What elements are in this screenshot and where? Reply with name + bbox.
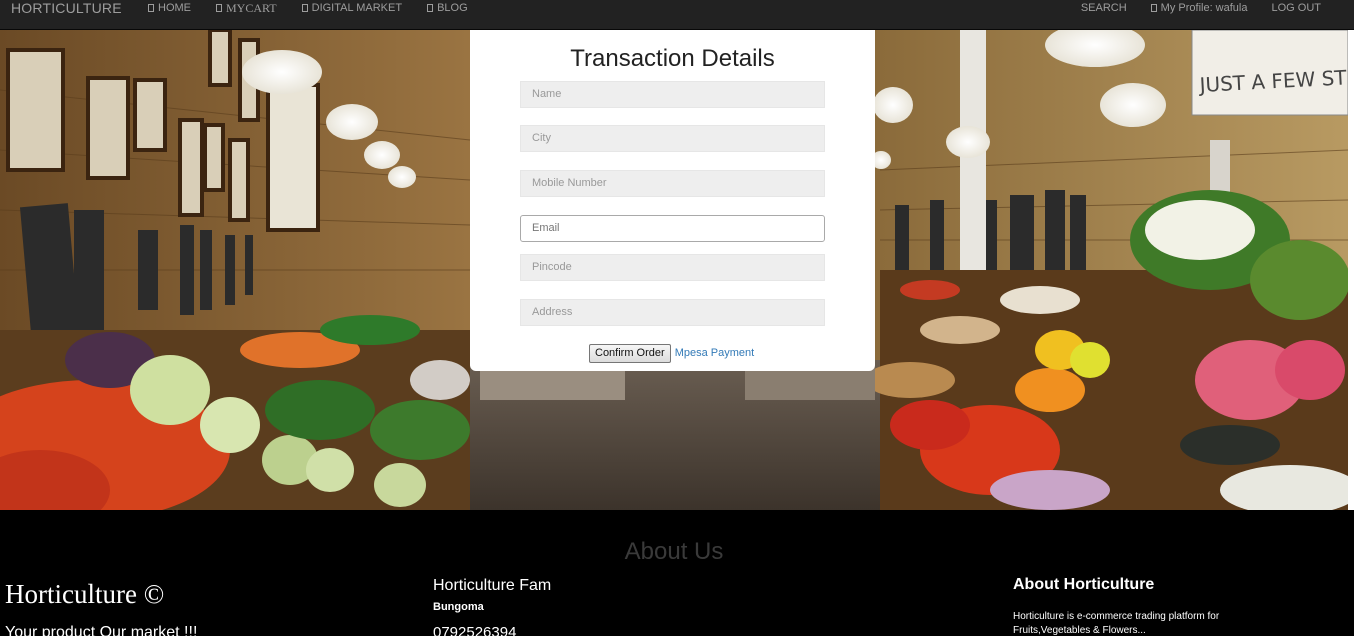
footer-contact-title: Horticulture Fam <box>433 577 552 594</box>
form-actions: Confirm Order Mpesa Payment <box>589 344 754 363</box>
transaction-form-card: Transaction Details Name City Mobile Num… <box>470 30 875 371</box>
confirm-order-button[interactable]: Confirm Order <box>589 344 671 363</box>
nav-digital-market-link[interactable]: DIGITAL MARKET <box>301 0 403 16</box>
address-input[interactable]: Address <box>520 299 825 326</box>
market-icon <box>301 4 308 12</box>
mobile-number-input[interactable]: Mobile Number <box>520 170 825 197</box>
footer-contact-phone: 0792526394 <box>433 624 517 636</box>
form-title: Transaction Details <box>570 45 775 72</box>
nav-mycart-link[interactable]: MYCART <box>216 0 277 16</box>
nav-search-link[interactable]: SEARCH <box>1081 0 1127 16</box>
email-input[interactable]: Email <box>520 215 825 242</box>
nav-digital-market-label: DIGITAL MARKET <box>311 2 403 14</box>
name-input[interactable]: Name <box>520 81 825 108</box>
mpesa-payment-link[interactable]: Mpesa Payment <box>675 344 754 363</box>
page-edge-gap <box>1348 30 1354 510</box>
footer-about-description: Horticulture is e-commerce trading platf… <box>1013 611 1220 636</box>
nav-logout-link[interactable]: LOG OUT <box>1271 0 1321 16</box>
home-icon <box>148 4 154 12</box>
footer-tagline: Your product Our market !!! <box>5 624 198 636</box>
top-navbar: HORTICULTURE HOME MYCART DIGITAL MARKET … <box>0 0 1354 30</box>
blog-icon <box>427 4 434 12</box>
brand-logo[interactable]: HORTICULTURE <box>11 0 122 16</box>
about-us-heading: About Us <box>624 538 724 565</box>
nav-profile-link[interactable]: My Profile: wafula <box>1150 0 1248 16</box>
nav-profile-label: My Profile: wafula <box>1160 2 1248 14</box>
user-icon <box>1150 4 1157 12</box>
nav-home-link[interactable]: HOME <box>148 0 191 16</box>
footer-about-title: About Horticulture <box>1013 576 1155 593</box>
nav-blog-label: BLOG <box>437 2 468 14</box>
footer: About Us Horticulture © Your product Our… <box>0 510 1354 636</box>
nav-right: SEARCH My Profile: wafula LOG OUT <box>1081 0 1321 16</box>
footer-brand-title: Horticulture © <box>5 579 165 609</box>
cart-icon <box>216 4 222 12</box>
footer-contact-city: Bungoma <box>433 601 484 613</box>
city-input[interactable]: City <box>520 125 825 152</box>
nav-blog-link[interactable]: BLOG <box>427 0 468 16</box>
nav-mycart-label: MYCART <box>226 1 277 15</box>
nav-left: HOME MYCART DIGITAL MARKET BLOG <box>148 0 468 16</box>
pincode-input[interactable]: Pincode <box>520 254 825 281</box>
nav-home-label: HOME <box>158 2 191 14</box>
